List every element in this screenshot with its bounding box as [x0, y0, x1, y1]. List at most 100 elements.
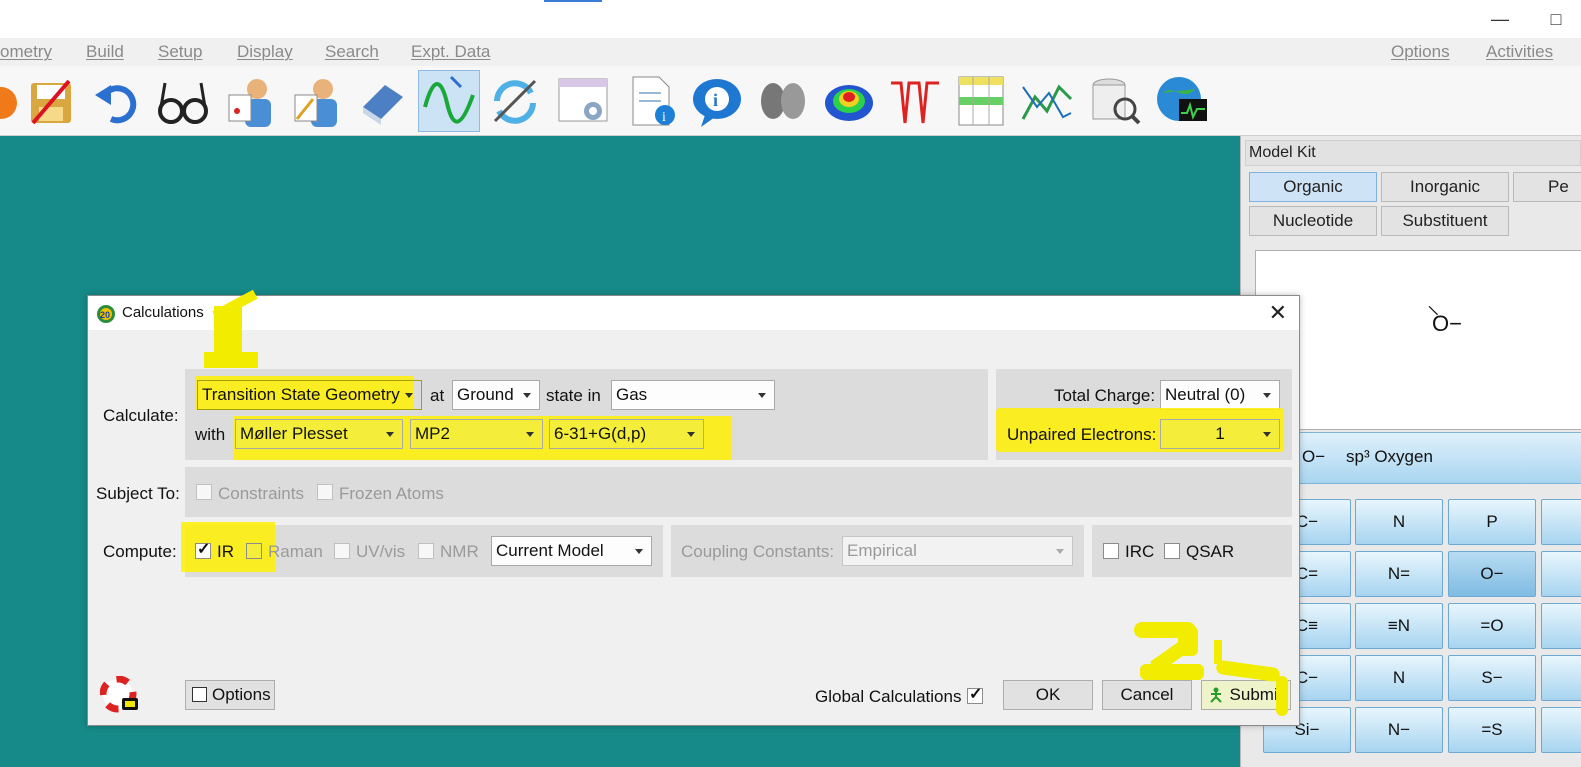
dialog-title-bar: 20 Calculations ✕	[88, 296, 1299, 330]
tab-substituent[interactable]: Substituent	[1381, 206, 1509, 236]
ir-checkbox[interactable]: ✓	[195, 541, 211, 559]
state-select[interactable]: Ground	[452, 380, 540, 410]
menu-setup[interactable]: Setup	[158, 42, 202, 62]
active-tab-accent	[544, 0, 602, 2]
toolbar: i i	[0, 66, 1581, 136]
raman-checkbox[interactable]	[246, 543, 262, 559]
method-select[interactable]: Møller Plesset	[235, 419, 403, 449]
build-molecule-icon[interactable]	[220, 70, 282, 132]
fragment-extra-2[interactable]	[1541, 551, 1581, 597]
menu-expt-data[interactable]: Expt. Data	[411, 42, 490, 62]
orbital-icon[interactable]	[752, 70, 814, 132]
view-glasses-icon[interactable]	[152, 70, 214, 132]
coupling-constants-select[interactable]: Empirical	[842, 536, 1073, 566]
calculate-label: Calculate:	[103, 406, 179, 425]
spreadsheet-icon[interactable]	[950, 70, 1012, 132]
level-select[interactable]: MP2	[410, 419, 543, 449]
global-calculations-label: Global Calculations	[815, 687, 962, 706]
fragment-sp2-oxygen[interactable]: =O	[1448, 603, 1536, 649]
fragment-sp2-sulfur[interactable]: =S	[1448, 707, 1536, 753]
qsar-checkbox[interactable]	[1164, 543, 1180, 559]
nmr-label: NMR	[440, 542, 479, 561]
constraints-checkbox[interactable]	[196, 484, 212, 500]
window-title-bar: — □	[0, 0, 1581, 38]
calc-type-select[interactable]: Transition State Geometry	[197, 380, 422, 410]
coupling-constants-label: Coupling Constants:	[681, 542, 835, 561]
tab-nucleotide[interactable]: Nucleotide	[1249, 206, 1377, 236]
irc-label: IRC	[1125, 542, 1155, 561]
edit-molecule-icon[interactable]	[286, 70, 348, 132]
selected-fragment-bar: O− sp³ Oxygen	[1287, 432, 1581, 484]
fragment-sp3-nitrogen[interactable]: N	[1355, 499, 1443, 545]
svg-text:i: i	[662, 110, 666, 125]
replace-icon[interactable]	[484, 70, 546, 132]
cancel-button[interactable]: Cancel	[1102, 680, 1192, 710]
submit-run-icon	[1210, 687, 1222, 703]
qsar-label: QSAR	[1186, 542, 1235, 561]
total-charge-label: Total Charge:	[1054, 386, 1156, 405]
svg-text:20: 20	[100, 310, 110, 320]
plot-icon[interactable]	[1016, 70, 1078, 132]
global-calculations-checkbox[interactable]: ✓	[967, 686, 983, 704]
state-in-label: state in	[546, 386, 601, 405]
medium-select[interactable]: Gas	[611, 380, 775, 410]
help-lifebuoy-icon[interactable]	[100, 676, 140, 716]
model-kit-title: Model Kit	[1249, 144, 1316, 161]
with-label: with	[195, 425, 226, 444]
fragment-phosphorus[interactable]: P	[1448, 499, 1536, 545]
minimize-window-button[interactable]: —	[1486, 6, 1514, 32]
fragment-sp-nitrogen[interactable]: ≡N	[1355, 603, 1443, 649]
electrostatic-map-icon[interactable]	[818, 70, 880, 132]
fragment-extra-3[interactable]	[1541, 603, 1581, 649]
menu-display[interactable]: Display	[237, 42, 293, 62]
menu-build[interactable]: Build	[86, 42, 124, 62]
ok-button[interactable]: OK	[1003, 680, 1093, 710]
tab-peptide[interactable]: Pe	[1513, 172, 1581, 202]
total-charge-select[interactable]: Neutral (0)	[1160, 380, 1280, 410]
tab-inorganic[interactable]: Inorganic	[1381, 172, 1509, 202]
database-search-icon[interactable]	[1084, 70, 1146, 132]
menu-activities[interactable]: Activities	[1486, 42, 1553, 62]
dialog-title: Calculations	[122, 304, 204, 321]
unpaired-electrons-select[interactable]: 1	[1160, 419, 1280, 449]
uvvis-label: UV/vis	[356, 542, 406, 561]
menu-geometry[interactable]: ometry	[0, 42, 52, 62]
spectra-icon[interactable]	[884, 70, 946, 132]
calculations-setup-icon[interactable]	[552, 70, 614, 132]
fragment-nitrogen-4[interactable]: N	[1355, 655, 1443, 701]
ir-label: IR	[217, 542, 234, 561]
tab-organic[interactable]: Organic	[1249, 172, 1377, 202]
fragment-nitrogen-5[interactable]: N−	[1355, 707, 1443, 753]
maximize-window-button[interactable]: □	[1542, 6, 1570, 32]
fragment-extra-5[interactable]	[1541, 707, 1581, 753]
menu-search[interactable]: Search	[325, 42, 379, 62]
uvvis-checkbox[interactable]	[334, 543, 350, 559]
fragment-sp3-sulfur[interactable]: S−	[1448, 655, 1536, 701]
eraser-icon[interactable]	[352, 70, 414, 132]
selected-fragment-symbol: O−	[1302, 447, 1326, 466]
fragment-sp3-oxygen[interactable]: O−	[1448, 551, 1536, 597]
fragment-sp2-nitrogen[interactable]: N=	[1355, 551, 1443, 597]
document-info-icon[interactable]: i	[620, 70, 682, 132]
fragment-extra-1[interactable]	[1541, 499, 1581, 545]
nmr-checkbox[interactable]	[418, 543, 434, 559]
save-icon[interactable]	[20, 70, 82, 132]
options-toggle-button[interactable]: Options	[185, 680, 275, 710]
fragment-preview: O− \	[1255, 250, 1581, 430]
undo-icon[interactable]	[86, 70, 148, 132]
menu-options[interactable]: Options	[1391, 42, 1450, 62]
info-icon[interactable]: i	[686, 70, 748, 132]
constraints-label: Constraints	[218, 484, 304, 503]
close-icon[interactable]: ✕	[1269, 300, 1287, 326]
web-search-icon[interactable]	[1150, 70, 1212, 132]
selected-fragment-name: sp³ Oxygen	[1346, 447, 1433, 466]
frozen-atoms-checkbox[interactable]	[317, 484, 333, 500]
model-scope-select[interactable]: Current Model	[491, 536, 652, 566]
compute-label: Compute:	[103, 542, 177, 561]
at-label: at	[430, 386, 445, 405]
irc-checkbox[interactable]	[1103, 543, 1119, 559]
minimize-icon[interactable]	[418, 70, 480, 132]
fragment-extra-4[interactable]	[1541, 655, 1581, 701]
svg-text:i: i	[713, 90, 718, 110]
basis-set-select[interactable]: 6-31+G(d,p)	[549, 419, 704, 449]
